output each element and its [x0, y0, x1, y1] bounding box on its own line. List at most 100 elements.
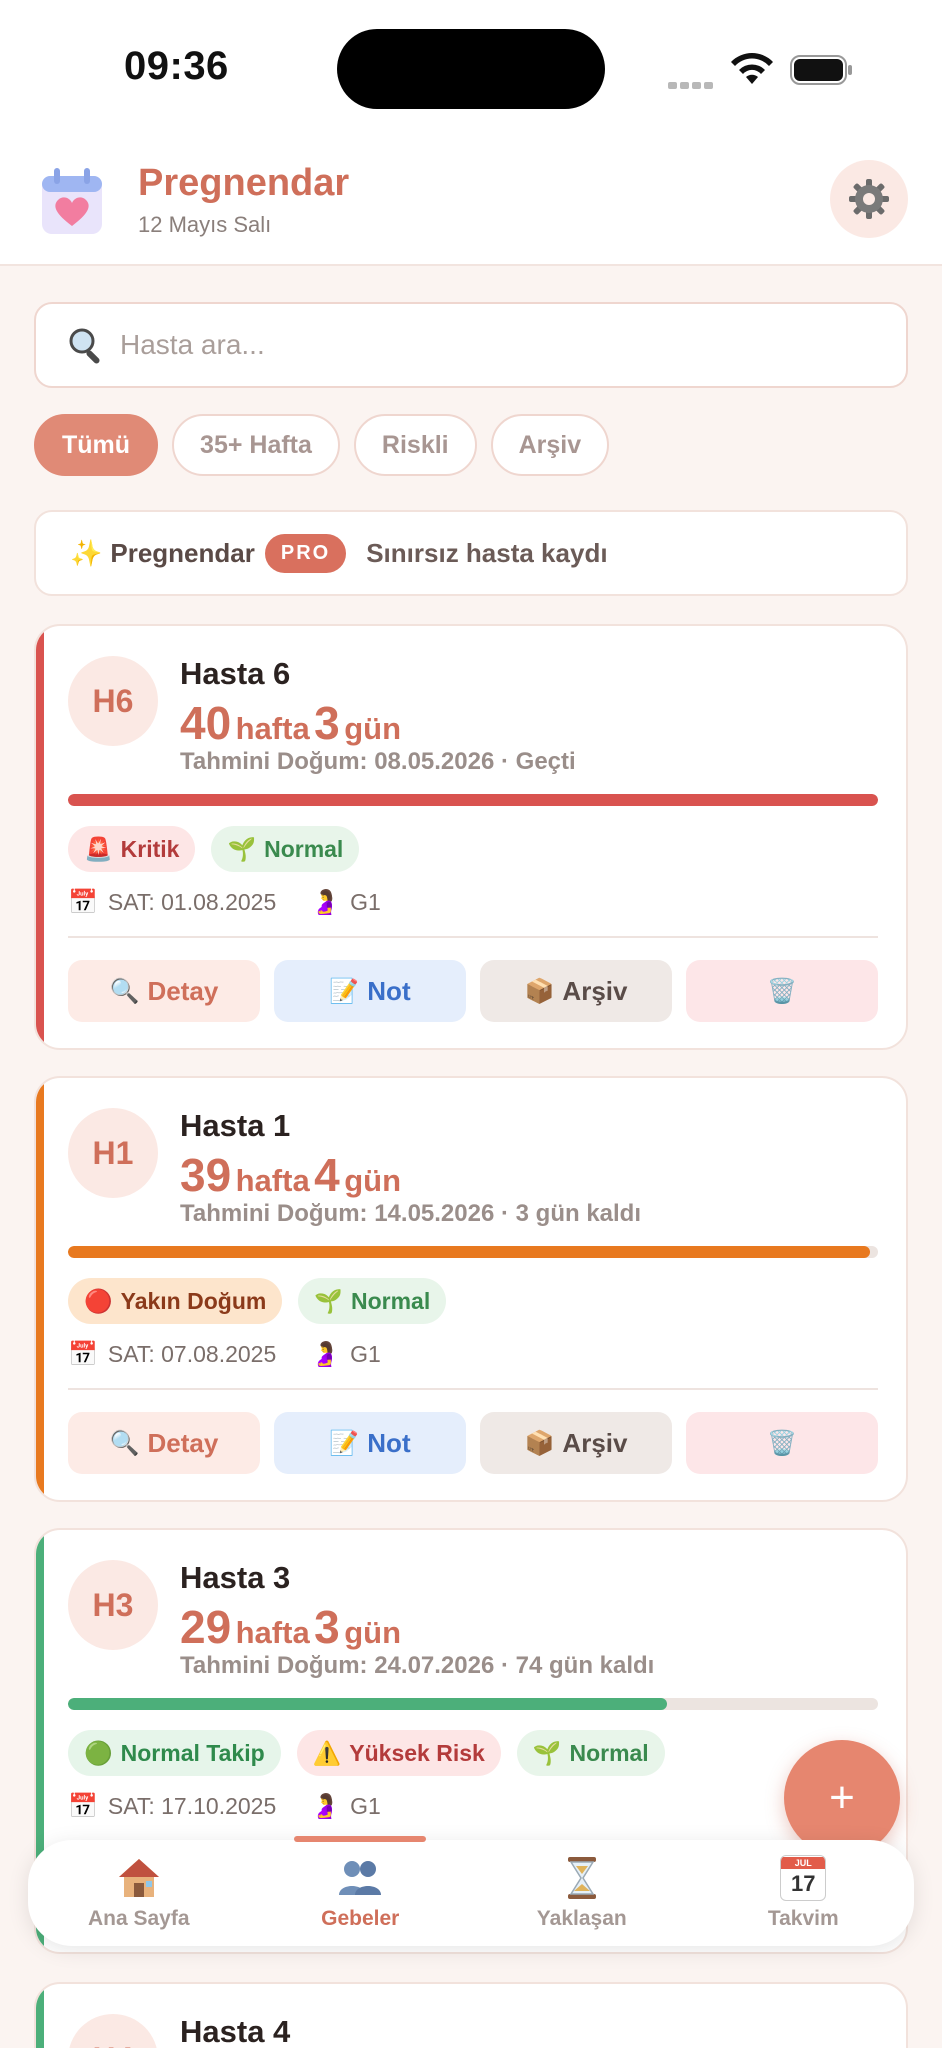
app-header: Pregnendar 12 Mayıs Salı	[0, 140, 942, 266]
patient-avatar: H1	[68, 1108, 158, 1198]
archive-button[interactable]: 📦 Arşiv	[480, 1412, 672, 1474]
sparkle-icon: ✨	[70, 537, 103, 568]
card-actions: 🔍 Detay 📝 Not 📦 Arşiv 🗑️	[68, 960, 878, 1022]
detail-label: Detay	[147, 1427, 219, 1458]
delete-button[interactable]: 🗑️	[686, 960, 878, 1022]
search-box[interactable]	[34, 302, 908, 388]
tag-icon: 🌱	[314, 1287, 343, 1314]
status-tag: 🌱 Normal	[516, 1730, 665, 1776]
days-value: 4	[314, 1149, 340, 1201]
tag-icon: 🔴	[84, 1287, 113, 1314]
app-title: Pregnendar	[138, 162, 350, 204]
tag-label: Normal	[350, 1287, 431, 1314]
tag-label: Yakın Doğum	[120, 1287, 267, 1314]
status-bar: 09:36	[0, 0, 942, 140]
lmp-date: SAT: 07.08.2025	[107, 1341, 277, 1367]
gestational-age: 29 hafta 3 gün	[180, 1600, 401, 1654]
note-label: Not	[367, 975, 411, 1006]
filter-archive[interactable]: Arşiv	[490, 414, 610, 476]
progress-bar	[68, 1246, 878, 1258]
gravida: G1	[350, 1793, 381, 1819]
add-patient-button[interactable]: +	[784, 1740, 900, 1856]
tag-icon: 🌱	[227, 835, 257, 862]
gestational-age: 40 hafta 3 gün	[180, 696, 401, 750]
tab-label: Takvim	[767, 1907, 839, 1930]
house-icon	[118, 1859, 159, 1897]
patient-avatar: H3	[68, 1560, 158, 1650]
pregnant-woman-icon: 🤰	[310, 1793, 341, 1820]
tab-calendar[interactable]: JUL 17 Takvim	[693, 1840, 915, 1946]
days-unit: gün	[344, 1163, 402, 1198]
lmp-date: SAT: 01.08.2025	[107, 889, 277, 915]
gear-icon	[849, 179, 889, 219]
tab-label: Gebeler	[321, 1907, 400, 1930]
calendar-day: 17	[791, 1871, 816, 1896]
pro-banner[interactable]: ✨ Pregnendar PRO Sınırsız hasta kaydı	[34, 510, 908, 596]
patient-avatar: H6	[68, 656, 158, 746]
detail-button[interactable]: 🔍 Detay	[68, 960, 260, 1022]
progress-fill	[68, 794, 878, 806]
archive-button[interactable]: 📦 Arşiv	[480, 960, 672, 1022]
pregnant-woman-icon: 🤰	[310, 1341, 341, 1368]
calendar-month: JUL	[781, 1857, 826, 1869]
due-date: Tahmini Doğum: 08.05.2026 · Geçti	[180, 748, 576, 775]
detail-label: Detay	[147, 975, 219, 1006]
tab-pregnants[interactable]: Gebeler	[250, 1836, 472, 1946]
card-divider	[68, 1388, 878, 1390]
card-accent	[36, 1078, 44, 1500]
pro-app-name: Pregnendar	[110, 537, 255, 568]
patient-name: Hasta 3	[180, 1560, 291, 1595]
card-divider	[68, 936, 878, 938]
progress-fill	[68, 1698, 668, 1710]
status-tag: 🌱 Normal	[211, 826, 360, 872]
status-tag: 🌱 Normal	[298, 1278, 447, 1324]
tag-list: 🔴 Yakın Doğum 🌱 Normal	[68, 1278, 447, 1324]
weeks-value: 29	[180, 1601, 232, 1653]
note-button[interactable]: 📝 Not	[274, 960, 466, 1022]
patient-card[interactable]: H4 Hasta 4	[34, 1982, 908, 2048]
pregnant-woman-icon: 🤰	[310, 889, 341, 916]
weeks-value: 40	[180, 697, 232, 749]
filter-risky[interactable]: Riskli	[353, 414, 477, 476]
due-date: Tahmini Doğum: 24.07.2026 · 74 gün kaldı	[180, 1652, 655, 1679]
weeks-unit: hafta	[235, 711, 310, 746]
search-input[interactable]	[120, 329, 880, 361]
calendar-icon: 📅	[68, 1341, 98, 1368]
patient-card[interactable]: H1 Hasta 1 39 hafta 4 gün Tahmini Doğum:…	[34, 1076, 908, 1502]
tab-home[interactable]: Ana Sayfa	[28, 1840, 250, 1946]
delete-button[interactable]: 🗑️	[686, 1412, 878, 1474]
tag-label: Yüksek Risk	[349, 1739, 485, 1766]
tab-active-indicator	[294, 1836, 427, 1842]
dynamic-island	[337, 29, 605, 109]
package-icon: 📦	[524, 977, 555, 1005]
signal-icon	[668, 76, 716, 89]
filter-35-weeks[interactable]: 35+ Hafta	[172, 414, 340, 476]
trash-icon: 🗑️	[767, 977, 797, 1005]
gravida: G1	[350, 1341, 381, 1367]
note-label: Not	[367, 1427, 411, 1458]
tag-icon: 🌱	[532, 1739, 562, 1766]
search-icon: 🔍	[109, 1429, 140, 1457]
tag-label: Normal	[264, 835, 344, 862]
patient-card[interactable]: H6 Hasta 6 40 hafta 3 gün Tahmini Doğum:…	[34, 624, 908, 1050]
pro-badge: PRO	[264, 533, 347, 573]
card-accent	[36, 626, 44, 1048]
progress-bar	[68, 1698, 878, 1710]
tag-icon: ⚠️	[312, 1739, 342, 1766]
tag-label: Normal	[569, 1739, 649, 1766]
tab-upcoming[interactable]: Yaklaşan	[471, 1840, 693, 1946]
note-button[interactable]: 📝 Not	[274, 1412, 466, 1474]
filter-all[interactable]: Tümü	[34, 414, 159, 476]
days-value: 3	[314, 697, 340, 749]
battery-icon	[790, 55, 852, 85]
patient-avatar: H4	[68, 2014, 158, 2048]
patient-name: Hasta 1	[180, 1108, 291, 1143]
trash-icon: 🗑️	[767, 1429, 797, 1457]
gravida: G1	[350, 889, 381, 915]
detail-button[interactable]: 🔍 Detay	[68, 1412, 260, 1474]
days-unit: gün	[344, 711, 402, 746]
settings-button[interactable]	[830, 160, 908, 238]
status-time: 09:36	[124, 44, 229, 88]
people-icon	[339, 1861, 382, 1895]
patient-info: 📅 SAT: 01.08.2025 🤰 G1	[68, 888, 381, 917]
